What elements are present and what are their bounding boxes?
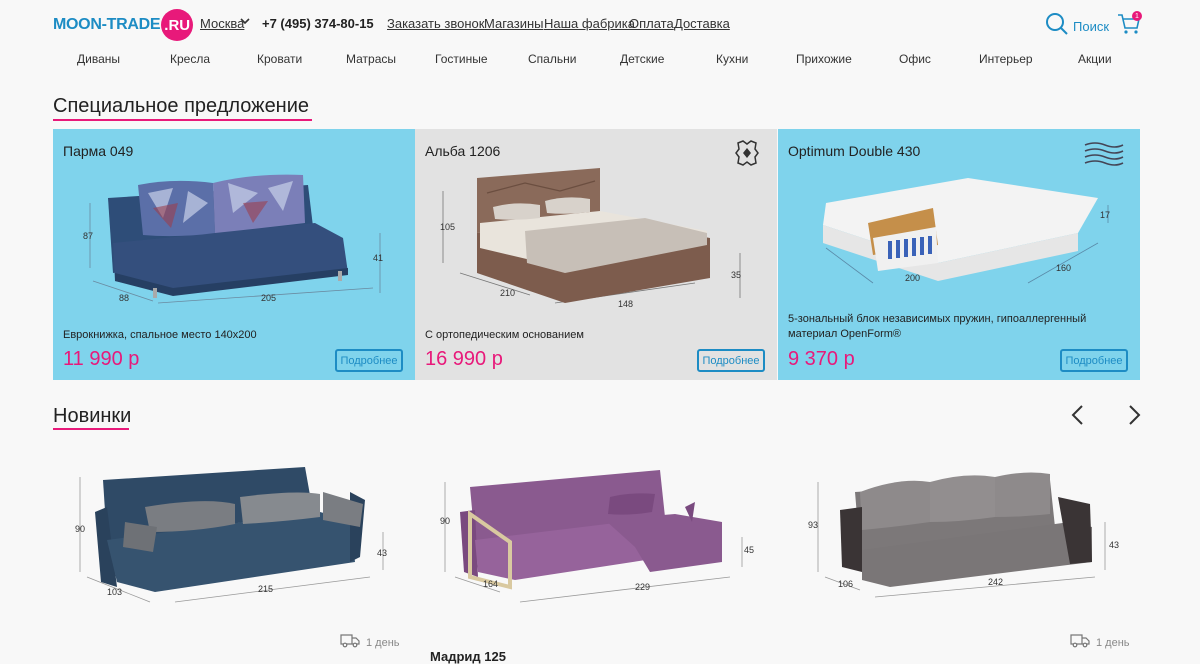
special-offer-title: Специальное предложение <box>53 95 310 117</box>
nav-item-sales[interactable]: Акции <box>1078 52 1112 66</box>
nav-item-mattresses[interactable]: Матрасы <box>346 52 396 66</box>
search-button[interactable]: Поиск <box>1045 12 1109 41</box>
bed-image: 105 35 210 148 <box>440 168 741 309</box>
details-button[interactable]: Подробнее <box>335 349 403 372</box>
special-offer-underline <box>53 119 312 121</box>
stores-link[interactable]: Магазины <box>484 16 544 31</box>
cart-button[interactable]: 1 <box>1117 11 1142 41</box>
payment-link[interactable]: Оплата <box>629 16 674 31</box>
dim-label: 200 <box>905 273 920 283</box>
delivery-time: 1 день <box>366 636 400 649</box>
callback-link[interactable]: Заказать звонок <box>387 16 484 31</box>
product-card[interactable]: 90 45 164 229 <box>430 452 770 612</box>
dim-label: 148 <box>618 299 633 309</box>
offer-card-desc: 5-зональный блок независимых пружин, гип… <box>788 313 1087 340</box>
city-selector[interactable]: Москва <box>200 16 244 31</box>
dim-label: 103 <box>107 587 122 597</box>
corner-sofa-image: 90 45 164 229 <box>440 470 754 603</box>
dim-label: 93 <box>808 520 818 530</box>
dim-label: 41 <box>373 253 383 263</box>
chevron-down-icon[interactable] <box>240 17 250 28</box>
search-icon <box>1045 12 1069 41</box>
dim-label: 90 <box>440 516 450 526</box>
dim-label: 215 <box>258 584 273 594</box>
nav-item-hallways[interactable]: Прихожие <box>796 52 852 66</box>
search-label: Поиск <box>1073 19 1110 34</box>
offer-card-price: 16 990 р <box>425 348 503 370</box>
sofa-image: 93 43 106 242 <box>808 472 1119 598</box>
dim-label: 43 <box>1109 540 1119 550</box>
offer-card-price: 11 990 р <box>63 348 140 370</box>
new-arrivals-title: Новинки <box>53 405 132 427</box>
site-logo[interactable]: MOON-TRADE .RU <box>53 9 194 41</box>
offer-card-desc: Еврокнижка, спальное место 140х200 <box>63 329 257 341</box>
offer-card-price: 9 370 р <box>788 348 855 370</box>
nav-item-beds[interactable]: Кровати <box>257 52 302 66</box>
header: MOON-TRADE .RU Москва +7 (495) 374-80-15… <box>0 0 1200 46</box>
dim-label: 43 <box>377 548 387 558</box>
delivery-link[interactable]: Доставка <box>674 16 730 31</box>
product-card[interactable]: 93 43 106 242 <box>800 452 1140 612</box>
dim-label: 17 <box>1100 210 1110 220</box>
dim-label: 242 <box>988 577 1003 587</box>
offer-card[interactable]: Парма 049 87 41 88 205 Еврокнижка, спаль… <box>53 129 415 380</box>
offer-card[interactable]: Альба 1206 105 35 210 148 С ортопедическ… <box>415 129 777 380</box>
dim-label: 87 <box>83 231 93 241</box>
nav-item-sofas[interactable]: Диваны <box>77 52 120 66</box>
offer-card-name: Альба 1206 <box>425 143 501 159</box>
next-arrow-icon[interactable] <box>1126 404 1142 433</box>
delivery-info: 1 день <box>340 632 400 653</box>
mattress-image: 17 160 200 <box>823 178 1110 284</box>
delivery-time: 1 день <box>1096 636 1130 649</box>
nav-item-armchairs[interactable]: Кресла <box>170 52 210 66</box>
delivery-info: 1 день <box>1070 632 1130 653</box>
cart-icon <box>1117 14 1141 40</box>
offer-card-name: Optimum Double 430 <box>788 143 921 159</box>
nav-item-kitchens[interactable]: Кухни <box>716 52 748 66</box>
dim-label: 106 <box>838 579 853 589</box>
truck-icon <box>1070 632 1090 653</box>
sofa-image: 87 41 88 205 <box>83 174 383 304</box>
dim-label: 205 <box>261 293 276 303</box>
dim-label: 160 <box>1056 263 1071 273</box>
dim-label: 45 <box>744 545 754 555</box>
product-title[interactable]: Мадрид 125 <box>430 649 506 664</box>
offer-card-name: Парма 049 <box>63 143 134 159</box>
dim-label: 90 <box>75 524 85 534</box>
offer-card[interactable]: Optimum Double 430 17 160 200 5-зональны… <box>778 129 1140 380</box>
nav-item-kids[interactable]: Детские <box>620 52 664 66</box>
cart-count-badge: 1 <box>1132 11 1142 21</box>
product-card[interactable]: 90 43 103 215 <box>65 452 405 612</box>
nav-item-bedrooms[interactable]: Спальни <box>528 52 576 66</box>
logo-badge: .RU <box>161 9 194 41</box>
nav-item-office[interactable]: Офис <box>899 52 931 66</box>
dim-label: 88 <box>119 293 129 303</box>
nav-item-living-rooms[interactable]: Гостиные <box>435 52 488 66</box>
factory-link[interactable]: Наша фабрика <box>544 16 635 31</box>
dim-label: 210 <box>500 288 515 298</box>
truck-icon <box>340 632 360 653</box>
offer-card-desc: С ортопедическим основанием <box>425 329 584 341</box>
details-button[interactable]: Подробнее <box>697 349 765 372</box>
dim-label: 105 <box>440 222 455 232</box>
phone-number[interactable]: +7 (495) 374-80-15 <box>262 16 374 31</box>
nav-item-interior[interactable]: Интерьер <box>979 52 1033 66</box>
logo-text: MOON-TRADE <box>53 16 161 33</box>
category-nav: Диваны Кресла Кровати Матрасы Гостиные С… <box>0 52 1200 68</box>
prev-arrow-icon[interactable] <box>1070 404 1086 433</box>
sofa-image: 90 43 103 215 <box>75 467 387 603</box>
dim-label: 164 <box>483 579 498 589</box>
dim-label: 35 <box>731 270 741 280</box>
details-button[interactable]: Подробнее <box>1060 349 1128 372</box>
dim-label: 229 <box>635 582 650 592</box>
new-arrivals-underline <box>53 428 129 430</box>
